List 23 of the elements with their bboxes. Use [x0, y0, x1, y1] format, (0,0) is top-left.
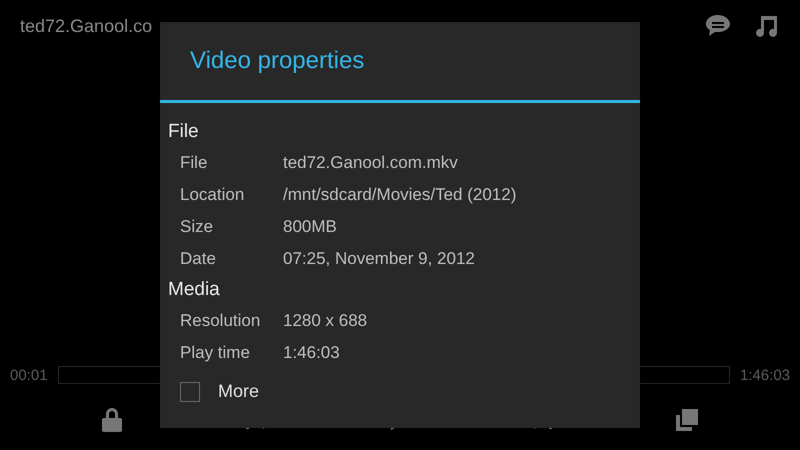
more-label[interactable]: More	[218, 381, 260, 402]
duration-time: 1:46:03	[740, 366, 790, 384]
property-label: Date	[180, 249, 217, 269]
chat-bubble-icon[interactable]	[704, 13, 732, 39]
property-value: 1280 x 688	[283, 311, 368, 331]
elapsed-time: 00:01	[10, 366, 48, 384]
property-label: Resolution	[180, 311, 262, 331]
property-value: 1:46:03	[283, 343, 340, 363]
property-label: Location	[180, 185, 246, 205]
property-label: Size	[180, 217, 214, 237]
section-heading: File	[168, 120, 200, 144]
property-label: File	[180, 153, 208, 173]
windows-icon[interactable]	[674, 407, 700, 433]
property-value: 07:25, November 9, 2012	[283, 249, 475, 269]
lock-icon[interactable]	[100, 407, 124, 433]
property-value: /mnt/sdcard/Movies/Ted (2012)	[283, 185, 516, 205]
more-checkbox[interactable]	[180, 382, 200, 402]
dialog-title: Video properties	[160, 22, 640, 103]
video-title: ted72.Ganool.co	[20, 16, 152, 36]
property-label: Play time	[180, 343, 251, 363]
property-value: ted72.Ganool.com.mkv	[283, 153, 458, 173]
section-heading: Media	[168, 278, 221, 302]
property-value: 800MB	[283, 217, 337, 237]
